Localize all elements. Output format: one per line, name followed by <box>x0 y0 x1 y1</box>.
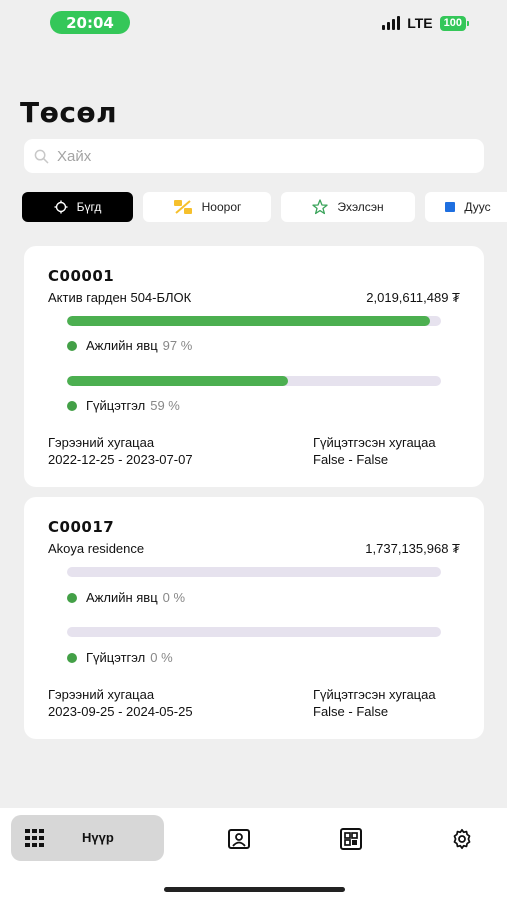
work-progress-legend: Ажлийн явц 0 % <box>67 590 185 605</box>
filter-finished[interactable]: Дуус <box>425 192 507 222</box>
grid-icon <box>25 829 44 847</box>
project-name: Актив гарден 504-БЛОК <box>48 290 192 305</box>
bottom-nav: Нүүр <box>0 808 507 900</box>
square-icon <box>445 202 456 212</box>
scan-grid-icon <box>340 828 362 850</box>
work-progress-label: Ажлийн явц <box>86 590 158 605</box>
filter-started[interactable]: Эхэлсэн <box>281 192 415 222</box>
completed-period-label: Гүйцэтгэсэн хугацаа <box>313 687 436 702</box>
contract-period: 2022-12-25 - 2023-07-07 <box>48 452 193 467</box>
contract-period-label: Гэрээний хугацаа <box>48 435 155 450</box>
status-time: 20:04 <box>50 11 130 34</box>
completion-percent: 0 % <box>150 650 173 665</box>
project-card[interactable]: C00001 Актив гарден 504-БЛОК 2,019,611,4… <box>24 246 484 487</box>
nav-profile-button[interactable] <box>227 827 251 851</box>
work-progress-legend: Ажлийн явц 97 % <box>67 338 192 353</box>
filter-started-label: Эхэлсэн <box>337 200 384 214</box>
page-title: Төсөл <box>20 96 118 129</box>
completed-period: False - False <box>313 704 389 719</box>
search-icon <box>34 149 49 163</box>
filter-all-label: Бүгд <box>76 200 102 214</box>
completion-label: Гүйцэтгэл <box>86 398 146 413</box>
green-dot-icon <box>67 592 77 603</box>
home-indicator <box>164 887 345 892</box>
search-bar[interactable] <box>24 139 484 173</box>
contract-period-label: Гэрээний хугацаа <box>48 687 155 702</box>
completion-label: Гүйцэтгэл <box>86 650 146 665</box>
project-code: C00001 <box>48 267 115 285</box>
status-indicators: LTE 100 <box>382 15 469 31</box>
work-progress-bar <box>67 567 441 577</box>
completion-fill <box>67 376 288 386</box>
green-dot-icon <box>67 652 77 663</box>
work-progress-percent: 97 % <box>162 338 193 353</box>
work-progress-bar <box>67 316 441 326</box>
completed-period-label: Гүйцэтгэсэн хугацаа <box>313 435 436 450</box>
status-bar: 20:04 LTE 100 <box>0 0 507 44</box>
user-card-icon <box>228 829 250 849</box>
nav-home-button[interactable]: Нүүр <box>11 815 164 861</box>
completion-percent: 59 % <box>150 398 180 413</box>
filter-draft[interactable]: Ноорог <box>143 192 271 222</box>
work-progress-percent: 0 % <box>162 590 186 605</box>
nav-home-label: Нүүр <box>82 830 114 845</box>
completion-legend: Гүйцэтгэл 59 % <box>67 398 180 413</box>
filter-finished-label: Дуус <box>464 200 491 214</box>
green-dot-icon <box>67 340 77 351</box>
completion-legend: Гүйцэтгэл 0 % <box>67 650 173 665</box>
battery-icon: 100 <box>439 15 469 31</box>
filter-tabs: Бүгд Ноорог Эхэлсэн Дуус <box>22 192 507 222</box>
green-dot-icon <box>67 400 77 411</box>
filter-all[interactable]: Бүгд <box>22 192 133 222</box>
search-input[interactable] <box>57 147 457 165</box>
loader-icon <box>54 200 68 214</box>
draft-icon <box>173 200 192 214</box>
project-amount: 1,737,135,968 ₮ <box>365 541 460 556</box>
contract-period: 2023-09-25 - 2024-05-25 <box>48 704 193 719</box>
completion-bar <box>67 376 441 386</box>
work-progress-fill <box>67 316 430 326</box>
project-card[interactable]: C00017 Akoya residence 1,737,135,968 ₮ А… <box>24 497 484 739</box>
nav-scan-button[interactable] <box>339 827 363 851</box>
completed-period: False - False <box>313 452 389 467</box>
filter-draft-label: Ноорог <box>201 200 242 214</box>
nav-settings-button[interactable] <box>450 827 474 851</box>
battery-level: 100 <box>439 15 466 31</box>
gear-icon <box>453 828 471 850</box>
project-name: Akoya residence <box>48 541 145 556</box>
project-code: C00017 <box>48 518 115 536</box>
work-progress-label: Ажлийн явц <box>86 338 158 353</box>
network-label: LTE <box>407 15 433 31</box>
star-icon <box>312 199 328 215</box>
project-amount: 2,019,611,489 ₮ <box>366 290 460 305</box>
signal-icon <box>382 16 401 30</box>
completion-bar <box>67 627 441 637</box>
